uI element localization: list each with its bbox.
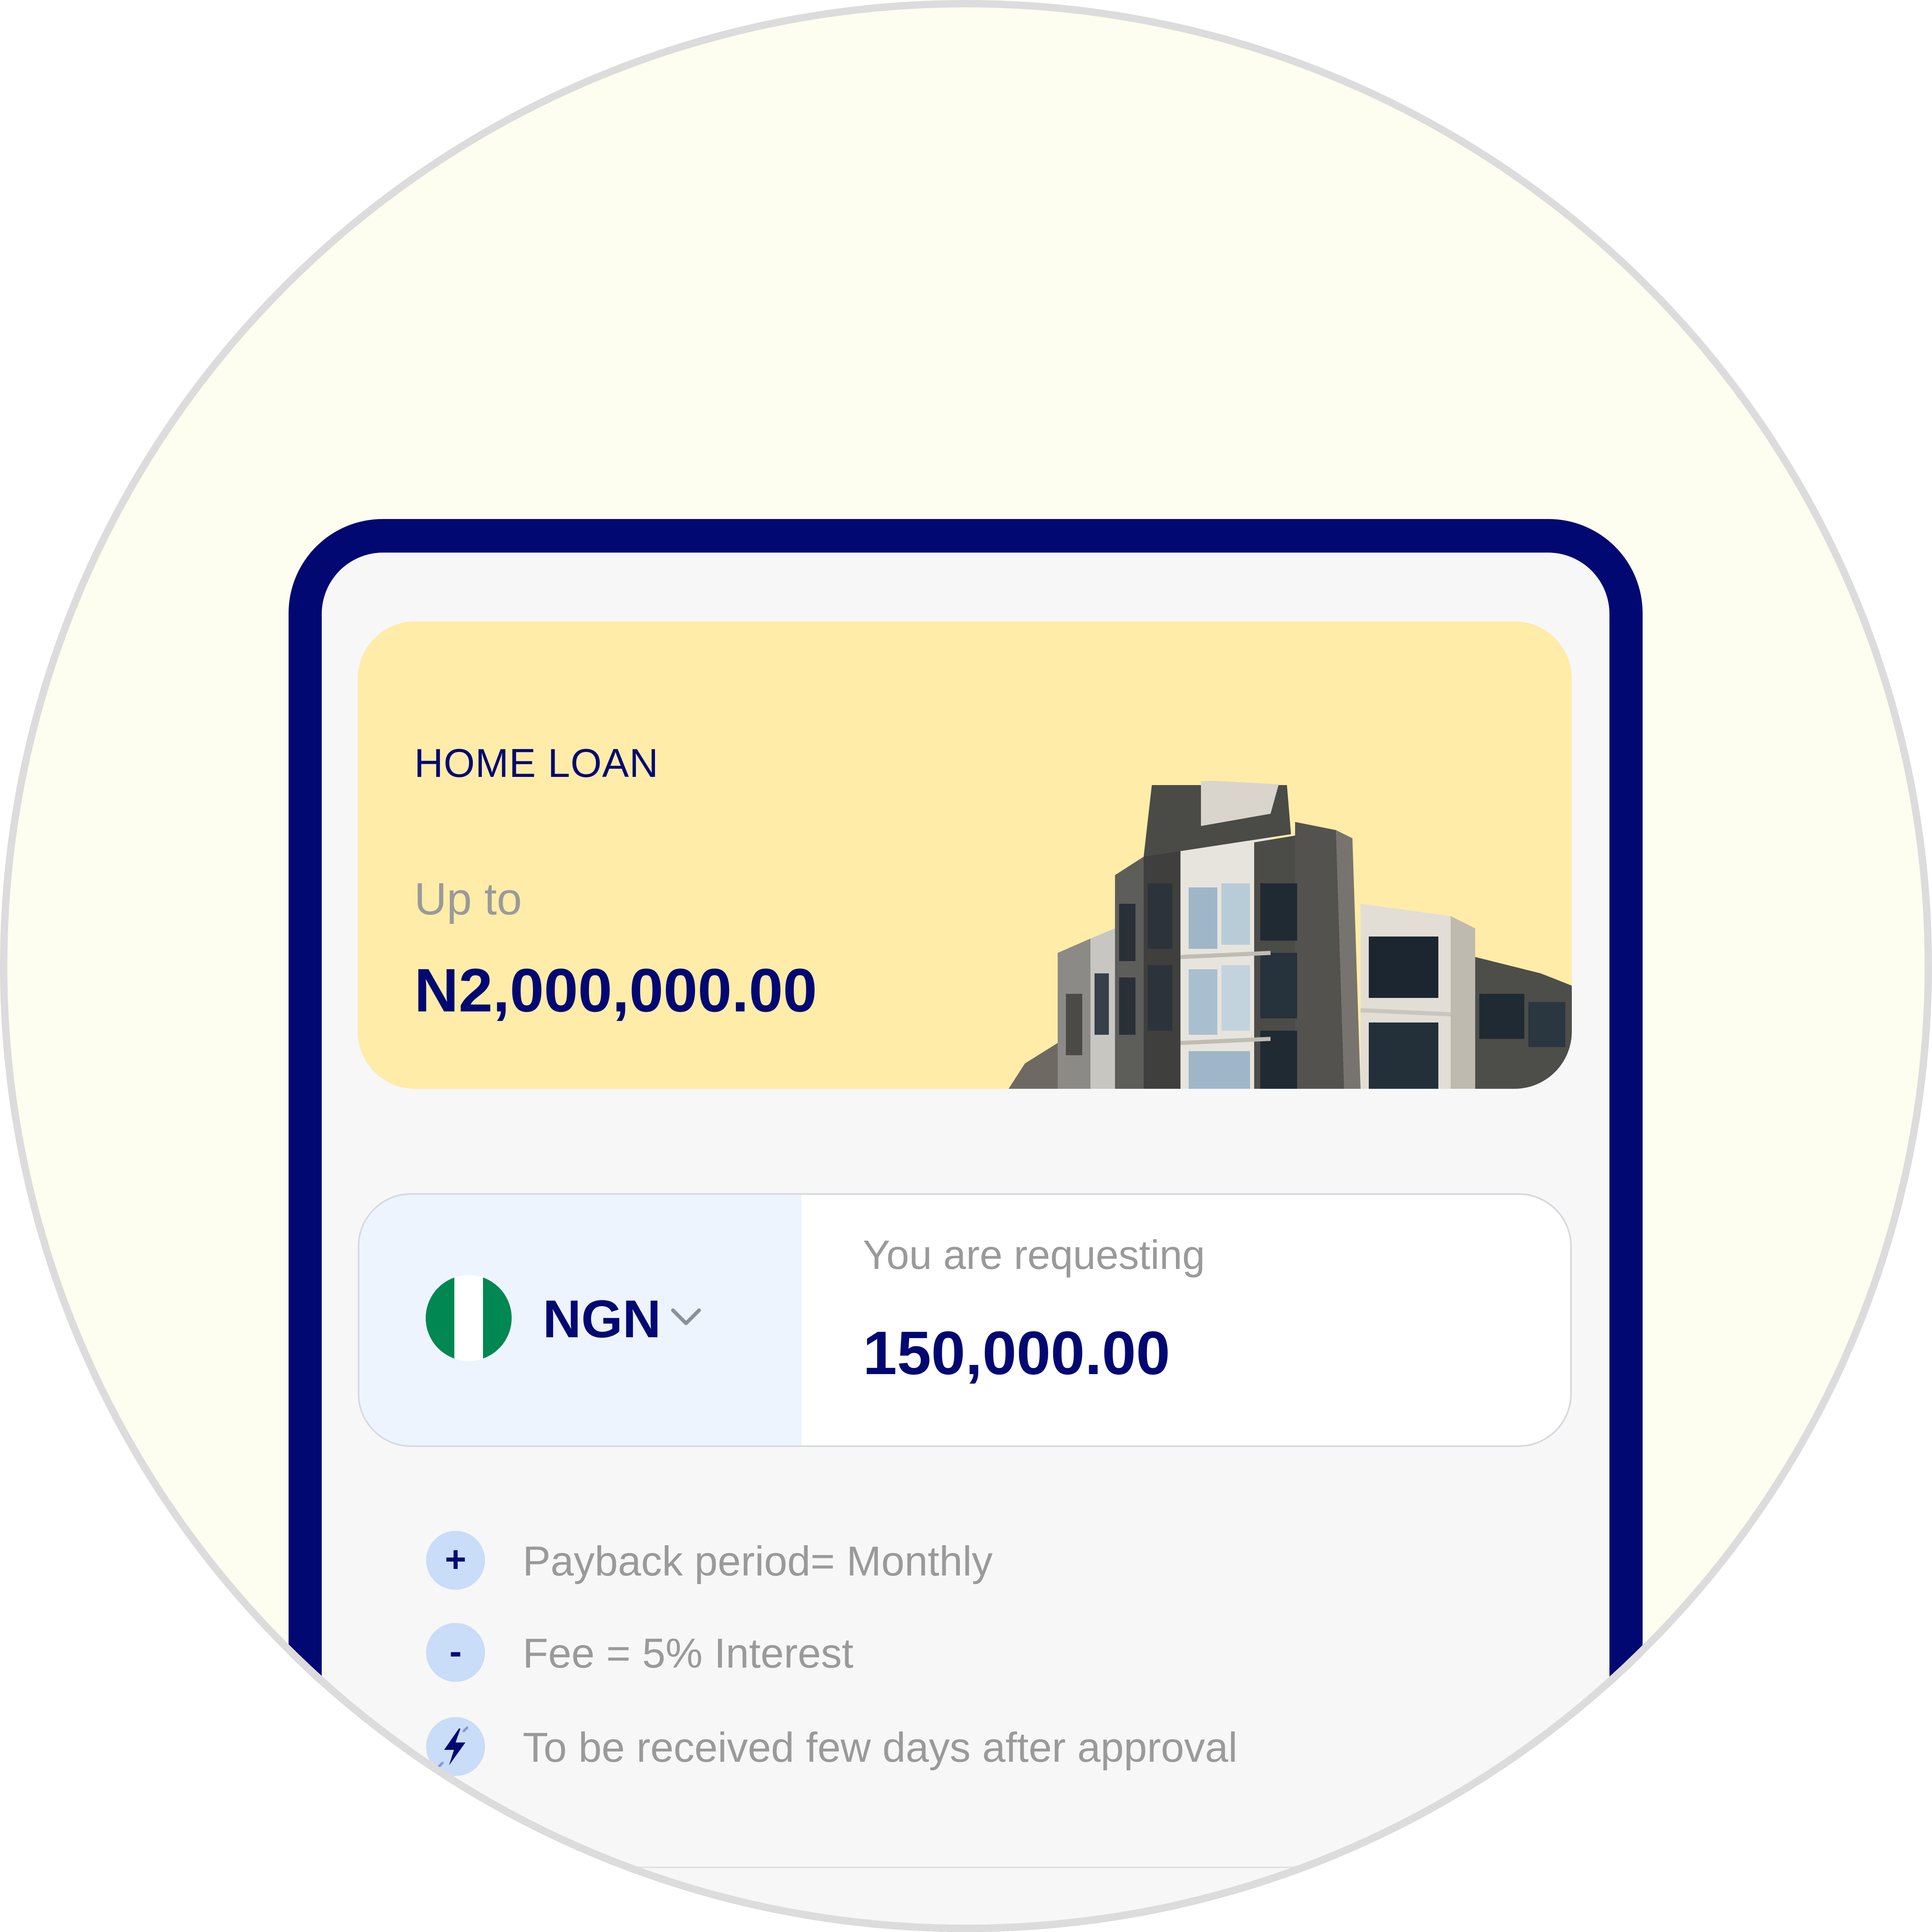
loan-max-amount: N2,000,000.00 bbox=[414, 956, 817, 1025]
lightning-icon bbox=[426, 1717, 485, 1776]
loan-title: HOME LOAN bbox=[414, 740, 659, 785]
request-amount-input[interactable]: 150,000.00 bbox=[863, 1318, 1170, 1388]
apartment-building-image bbox=[1009, 781, 1572, 1089]
info-row-payback: + Payback period= Monthly bbox=[426, 1531, 1531, 1592]
info-text-fee: Fee = 5% Interest bbox=[523, 1630, 853, 1677]
info-row-fee: - Fee = 5% Interest bbox=[426, 1623, 1531, 1684]
info-text-delivery: To be received few days after approval bbox=[523, 1724, 1238, 1771]
loan-request-card: NGN You are requesting 150,000.00 bbox=[358, 1193, 1572, 1447]
nigeria-flag-icon bbox=[426, 1275, 512, 1361]
screen-divider bbox=[322, 1867, 1609, 1868]
currency-code: NGN bbox=[543, 1289, 661, 1349]
info-text-payback: Payback period= Monthly bbox=[523, 1538, 993, 1584]
chevron-down-icon[interactable] bbox=[670, 1305, 702, 1329]
illustration-stage: HOME LOAN Up to N2,000,000.00 NGN You ar… bbox=[0, 0, 1932, 1932]
phone-screen: HOME LOAN Up to N2,000,000.00 NGN You ar… bbox=[322, 553, 1609, 1932]
minus-icon: - bbox=[426, 1623, 485, 1682]
currency-selector[interactable]: NGN bbox=[359, 1195, 801, 1445]
request-amount-label: You are requesting bbox=[863, 1232, 1205, 1278]
background-circle: HOME LOAN Up to N2,000,000.00 NGN You ar… bbox=[0, 0, 1932, 1932]
home-loan-card[interactable]: HOME LOAN Up to N2,000,000.00 bbox=[358, 621, 1572, 1089]
plus-icon: + bbox=[426, 1531, 485, 1590]
info-row-delivery: To be received few days after approval bbox=[426, 1717, 1531, 1779]
loan-upto-label: Up to bbox=[414, 874, 522, 924]
